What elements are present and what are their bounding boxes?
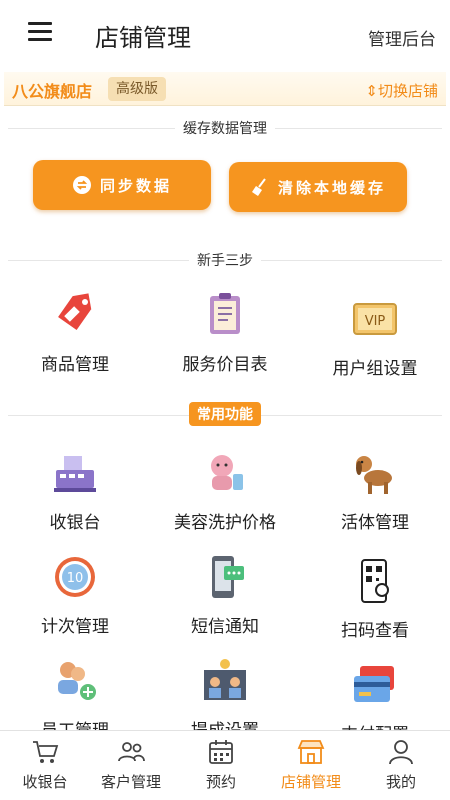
admin-backend-link[interactable]: 管理后台 bbox=[368, 25, 436, 50]
clipboard-icon bbox=[210, 293, 240, 334]
store-icon bbox=[297, 740, 325, 764]
counter-icon: 10 bbox=[55, 557, 95, 597]
product-management-item[interactable]: 商品管理 bbox=[0, 290, 150, 390]
shop-name: 八公旗舰店 bbox=[12, 82, 93, 101]
grid-item-label: 收银台 bbox=[49, 513, 101, 533]
sync-icon bbox=[72, 176, 91, 194]
shop-info-bar: 八公旗舰店 高级版 ⇕切换店铺 bbox=[4, 72, 446, 106]
sync-data-label: 同步数据 bbox=[99, 176, 172, 195]
grid-item-label: 活体管理 bbox=[341, 513, 409, 533]
tab-label: 我的 bbox=[385, 773, 416, 791]
grooming-dog-icon bbox=[211, 455, 243, 490]
tab-profile[interactable]: 我的 bbox=[356, 737, 446, 792]
clear-cache-button[interactable]: 清除本地缓存 bbox=[229, 162, 407, 212]
newbie-section-title: 新手三步 bbox=[189, 250, 261, 270]
dog-icon bbox=[356, 456, 392, 494]
svg-text:10: 10 bbox=[67, 571, 84, 586]
live-pet-management-item[interactable]: 活体管理 bbox=[300, 448, 450, 548]
payment-card-icon bbox=[354, 666, 394, 702]
shop-level-badge: 高级版 bbox=[108, 77, 166, 101]
scan-view-item[interactable]: 扫码查看 bbox=[300, 556, 450, 656]
count-management-item[interactable]: 10 计次管理 bbox=[0, 552, 150, 652]
common-section-header: 常用功能 bbox=[0, 402, 450, 426]
user-group-settings-item[interactable]: VIP 用户组设置 bbox=[300, 294, 450, 394]
cashier-item[interactable]: 收银台 bbox=[0, 448, 150, 548]
tab-label: 店铺管理 bbox=[280, 773, 341, 791]
tab-label: 收银台 bbox=[22, 773, 68, 791]
tab-label: 预约 bbox=[205, 773, 236, 791]
bottom-tab-bar: 收银台 客户管理 预约 店铺管理 我的 bbox=[0, 730, 450, 800]
svg-text:VIP: VIP bbox=[365, 314, 386, 329]
tab-label: 客户管理 bbox=[100, 773, 161, 791]
commission-icon bbox=[204, 659, 246, 700]
top-bar: 店铺管理 管理后台 bbox=[0, 0, 450, 70]
calendar-icon bbox=[209, 740, 233, 764]
clear-cache-label: 清除本地缓存 bbox=[277, 178, 386, 197]
grooming-price-item[interactable]: 美容洗护价格 bbox=[150, 448, 300, 548]
grid-item-label: 用户组设置 bbox=[332, 359, 418, 379]
page-title: 店铺管理 bbox=[95, 24, 191, 52]
grid-item-label: 扫码查看 bbox=[341, 621, 409, 641]
common-section-title: 常用功能 bbox=[189, 402, 261, 426]
grid-item-label: 短信通知 bbox=[191, 617, 259, 637]
tab-store-management[interactable]: 店铺管理 bbox=[266, 737, 356, 792]
tab-customers[interactable]: 客户管理 bbox=[86, 737, 176, 792]
broom-icon bbox=[251, 178, 266, 196]
service-price-list-item[interactable]: 服务价目表 bbox=[150, 290, 300, 390]
price-tag-icon bbox=[58, 293, 92, 330]
tab-cashier[interactable]: 收银台 bbox=[0, 737, 90, 792]
profile-icon bbox=[389, 740, 413, 765]
sms-notification-item[interactable]: 短信通知 bbox=[150, 552, 300, 652]
cart-icon bbox=[33, 741, 59, 763]
switch-shop-button[interactable]: ⇕切换店铺 bbox=[365, 80, 438, 101]
cache-section-title: 缓存数据管理 bbox=[175, 118, 275, 138]
customers-icon bbox=[118, 742, 145, 762]
sync-data-button[interactable]: 同步数据 bbox=[33, 160, 211, 210]
grid-item-label: 美容洗护价格 bbox=[174, 513, 276, 533]
newbie-section-header: 新手三步 bbox=[0, 250, 450, 270]
grid-item-label: 服务价目表 bbox=[182, 355, 268, 375]
cash-register-icon bbox=[54, 456, 96, 492]
grid-item-label: 商品管理 bbox=[41, 355, 109, 375]
grid-item-label: 计次管理 bbox=[41, 617, 109, 637]
cache-section-header: 缓存数据管理 bbox=[0, 118, 450, 138]
menu-icon[interactable] bbox=[28, 22, 52, 42]
tab-appointments[interactable]: 预约 bbox=[176, 737, 266, 792]
vip-card-icon: VIP bbox=[353, 303, 397, 335]
staff-icon bbox=[58, 662, 96, 700]
sms-phone-icon bbox=[212, 556, 244, 598]
qr-scan-icon bbox=[361, 559, 389, 603]
